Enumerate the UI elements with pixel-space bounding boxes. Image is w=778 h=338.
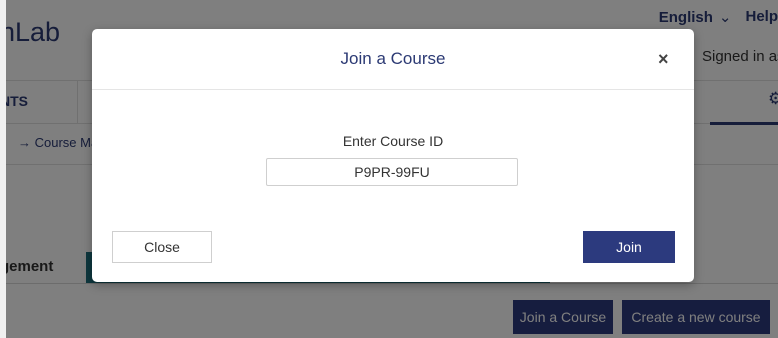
window-edge <box>0 0 6 338</box>
join-button[interactable]: Join <box>583 231 675 263</box>
join-course-dialog: Join a Course × Enter Course ID Close Jo… <box>92 29 694 282</box>
close-icon[interactable]: × <box>658 49 669 70</box>
dialog-title: Join a Course <box>340 49 446 68</box>
close-button[interactable]: Close <box>112 231 212 263</box>
dialog-header: Join a Course × <box>92 29 694 90</box>
course-id-input[interactable] <box>266 158 518 186</box>
course-id-label: Enter Course ID <box>342 133 444 149</box>
